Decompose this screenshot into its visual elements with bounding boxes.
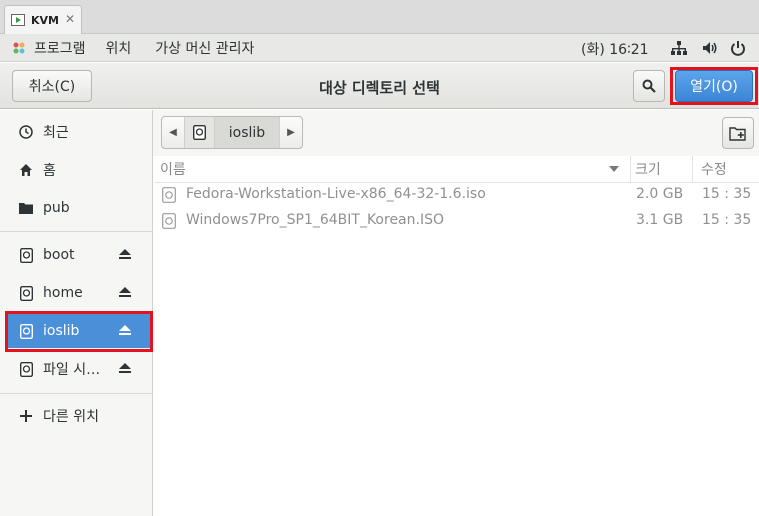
home-icon — [20, 164, 32, 176]
sidebar-item-label: 홈 — [43, 163, 56, 179]
new-folder-button[interactable] — [722, 117, 754, 149]
sidebar-divider — [0, 393, 153, 394]
eject-icon[interactable] — [118, 285, 132, 299]
file-modified: 15 : 35 — [702, 186, 752, 202]
sidebar-item-label: 파일 시… — [43, 362, 101, 378]
path-bar-area: ◀ ioslib ▶ — [153, 110, 759, 156]
drive-icon — [19, 247, 33, 263]
column-header-name[interactable]: 이름 — [160, 156, 626, 182]
file-name: Windows7Pro_SP1_64BIT_Korean.ISO — [186, 212, 444, 228]
open-button-highlight — [670, 67, 758, 105]
table-row[interactable]: Fedora-Workstation-Live-x86_64-32-1.6.is… — [154, 182, 759, 208]
sort-descending-icon — [609, 166, 619, 172]
sidebar-item-home[interactable]: 홈 — [8, 153, 150, 187]
header-bar: 취소(C) 대상 디렉토리 선택 열기(O) — [0, 63, 759, 109]
menu-places[interactable]: 위치 — [106, 38, 132, 58]
drive-icon — [19, 361, 33, 377]
volume-icon[interactable] — [702, 40, 718, 56]
network-icon[interactable] — [671, 40, 687, 56]
path-segment-current[interactable]: ioslib — [214, 117, 280, 148]
file-size: 3.1 GB — [636, 212, 684, 228]
sidebar-item-label: boot — [43, 247, 75, 263]
tab-kvm[interactable]: KVM ✕ — [4, 5, 82, 34]
plus-icon — [20, 410, 32, 422]
path-back-arrow[interactable]: ◀ — [162, 117, 184, 148]
tab-title: KVM — [31, 13, 59, 27]
path-drive-button[interactable] — [184, 117, 214, 148]
search-icon — [642, 79, 656, 93]
clock-icon — [19, 125, 33, 139]
path-forward-arrow[interactable]: ▶ — [280, 117, 302, 148]
sidebar-item-boot[interactable]: boot — [8, 238, 150, 272]
file-name: Fedora-Workstation-Live-x86_64-32-1.6.is… — [186, 186, 486, 202]
eject-icon[interactable] — [118, 247, 132, 261]
search-button[interactable] — [633, 70, 665, 102]
sidebar-item-other-locations[interactable]: 다른 위치 — [8, 399, 150, 433]
table-row[interactable]: Windows7Pro_SP1_64BIT_Korean.ISO 3.1 GB … — [154, 208, 759, 234]
menu-applications[interactable]: 프로그램 — [34, 38, 86, 58]
clock[interactable]: (화) 16∶21 — [581, 39, 649, 59]
sidebar-item-home-volume[interactable]: home — [8, 276, 150, 310]
file-list: 이름 크기 수정 Fedora-Workstation-Live-x86_64-… — [154, 156, 759, 516]
folder-icon — [19, 203, 33, 214]
sidebar-item-label: pub — [43, 200, 70, 216]
file-modified: 15 : 35 — [702, 212, 752, 228]
sidebar-item-label: 최근 — [43, 125, 69, 141]
applications-icon — [13, 42, 25, 53]
power-icon[interactable] — [730, 40, 746, 56]
drive-icon — [19, 285, 33, 301]
sidebar-item-filesystem[interactable]: 파일 시… — [8, 352, 150, 386]
sidebar-item-label: home — [43, 285, 83, 301]
drive-icon — [193, 125, 206, 140]
menu-virt-manager[interactable]: 가상 머신 관리자 — [155, 38, 254, 58]
tab-strip: KVM ✕ — [0, 0, 759, 34]
column-header-modified[interactable]: 수정 — [692, 156, 759, 182]
vm-icon — [11, 14, 25, 26]
close-icon[interactable]: ✕ — [65, 12, 75, 26]
sidebar-item-pub[interactable]: pub — [8, 191, 150, 225]
ioslib-highlight — [5, 311, 153, 352]
disc-file-icon — [162, 187, 176, 203]
column-header-size[interactable]: 크기 — [630, 156, 690, 182]
disc-file-icon — [162, 213, 176, 229]
file-size: 2.0 GB — [636, 186, 684, 202]
new-folder-icon — [729, 126, 746, 141]
eject-icon[interactable] — [118, 361, 132, 375]
top-panel: 프로그램 위치 가상 머신 관리자 (화) 16∶21 — [0, 34, 759, 62]
sidebar-item-label: 다른 위치 — [43, 409, 99, 425]
sidebar-item-recent[interactable]: 최근 — [8, 115, 150, 149]
path-bar: ◀ ioslib ▶ — [161, 116, 303, 149]
sidebar-divider — [0, 231, 153, 232]
